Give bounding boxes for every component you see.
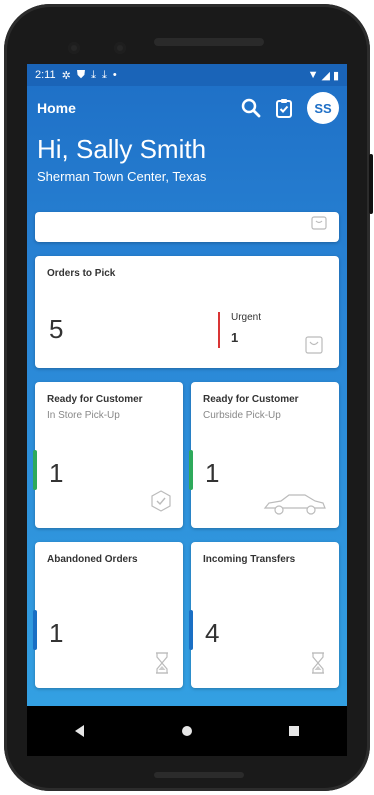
home-icon[interactable] [180,724,194,738]
dot-status-icon: • [112,69,117,81]
check-badge-icon [151,490,171,512]
tile-count: 1 [49,458,64,488]
bag-icon [305,336,323,354]
ready-in-store-card[interactable]: Ready for Customer In Store Pick-Up 1 [33,382,183,528]
app-bar: Home SS [27,86,347,130]
tile-subtitle: Curbside Pick-Up [203,410,281,421]
hourglass-icon [156,652,168,674]
clipboard-check-icon[interactable] [275,98,293,118]
store-location: Sherman Town Center, Texas [37,169,207,184]
settings-status-icon: ✲ [61,69,71,82]
status-accent-bar [33,610,37,650]
hourglass-icon [312,652,324,674]
app-screen: 2:11 ✲ ⛊ ⤓ ⤓ • ▼ ◢ ▮ Home SS Hi, Sally S… [27,64,347,706]
download-status-icon: ⤓ [91,68,96,81]
wifi-icon: ▼ [307,69,319,81]
search-icon[interactable] [241,98,261,118]
partial-card[interactable] [35,212,339,242]
tile-title: Incoming Transfers [203,554,296,565]
tile-subtitle: In Store Pick-Up [47,410,120,421]
signal-icon: ◢ [321,69,330,82]
status-accent-bar [189,450,193,490]
bottom-speaker [154,772,244,778]
avatar[interactable]: SS [307,92,339,124]
orders-to-pick-count: 5 [49,314,64,344]
front-camera [68,42,80,54]
tile-title: Ready for Customer [203,394,299,405]
ready-curbside-card[interactable]: Ready for Customer Curbside Pick-Up 1 [189,382,339,528]
bag-icon [311,216,327,230]
status-accent-bar [189,610,193,650]
back-icon[interactable] [73,724,87,738]
orders-to-pick-card[interactable]: Orders to Pick 5 Urgent 1 [35,256,339,368]
volume-button [369,154,373,214]
tile-title: Abandoned Orders [47,554,138,565]
system-nav-bar [27,706,347,756]
battery-icon: ▮ [332,69,339,82]
page-title: Home [37,100,76,116]
orders-to-pick-title: Orders to Pick [47,268,116,279]
download-status-icon: ⤓ [101,68,107,81]
shield-status-icon: ⛊ [76,68,86,81]
sensor [114,42,126,54]
tile-count: 1 [205,458,220,488]
urgent-indicator [218,312,220,348]
incoming-transfers-card[interactable]: Incoming Transfers 4 [189,542,339,688]
abandoned-orders-card[interactable]: Abandoned Orders 1 [33,542,183,688]
urgent-label: Urgent [231,312,262,323]
tile-count: 1 [49,618,64,648]
greeting-heading: Hi, Sally Smith [37,134,207,164]
status-bar: 2:11 ✲ ⛊ ⤓ ⤓ • ▼ ◢ ▮ [27,64,347,86]
recents-icon[interactable] [287,724,301,738]
earpiece-speaker [154,38,264,46]
tile-title: Ready for Customer [47,394,143,405]
tile-count: 4 [205,618,220,648]
urgent-count: 1 [231,330,239,345]
status-time: 2:11 [35,69,56,81]
status-accent-bar [33,450,37,490]
car-icon [263,494,326,515]
